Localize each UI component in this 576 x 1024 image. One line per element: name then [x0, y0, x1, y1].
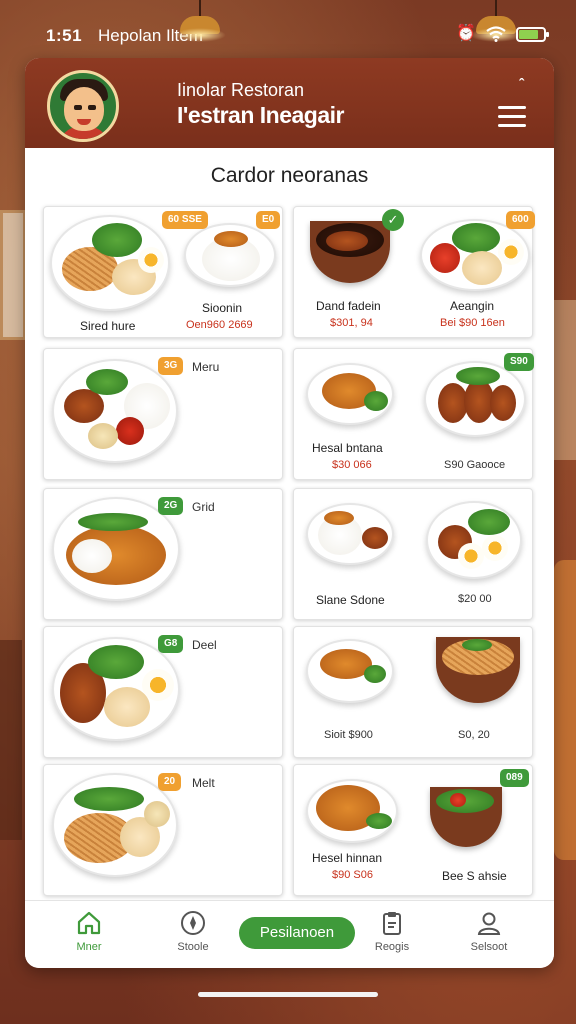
home-indicator[interactable]: [198, 992, 378, 997]
pendant-lamp-icon: [174, 0, 226, 42]
dish-name: Hesal bntana: [312, 441, 383, 455]
dish-name: Sired hure: [80, 319, 136, 333]
background-shelf: [552, 300, 576, 460]
status-icons: ⏰: [456, 25, 549, 43]
menu-card[interactable]: 60 SSE E0 Sired hure Sioonin Oen960 2669: [43, 206, 283, 338]
home-icon: [77, 911, 101, 935]
menu-card[interactable]: S90 Hesal bntana $30 066 S90 Gaooce: [293, 348, 534, 480]
food-image: [424, 361, 526, 437]
cta-button[interactable]: Pesilanoen: [239, 917, 355, 949]
dish-badge: 089: [500, 769, 529, 787]
dish-name: Hesel hinnan: [312, 851, 383, 865]
nav-label: Reogis: [374, 941, 410, 953]
app-header: Iinolar Restoran I'estran Ineagair ˆ: [25, 58, 554, 148]
food-image: [436, 637, 520, 703]
dish-tag: Deel: [192, 638, 217, 652]
dish-price: Bei $90 16en: [440, 317, 505, 329]
dish-badge: S90: [504, 353, 534, 371]
food-image: [426, 501, 522, 579]
clipboard-icon: [383, 912, 401, 935]
dish-price: $20 00: [458, 593, 492, 605]
menu-card[interactable]: G8 Deel: [43, 626, 283, 758]
nav-label: Selsoot: [470, 941, 508, 953]
dish-price: $30 066: [332, 459, 372, 471]
food-image: [420, 219, 530, 291]
food-image: [430, 787, 502, 847]
menu-card[interactable]: ✓ 600 Dand fadein $301, 94 Aeangin Bei $…: [293, 206, 535, 338]
dish-price: S90 Gaooce: [444, 459, 506, 471]
menu-card[interactable]: 20 Melt: [43, 764, 283, 896]
menu-card[interactable]: Sioit $900 S0, 20: [293, 626, 533, 758]
bottom-nav: Mner Stoole Pesilanoen Reogis Selsoot: [25, 900, 554, 968]
dish-price: S0, 20: [458, 729, 490, 741]
status-time: 1:51: [46, 26, 83, 45]
nav-label: Stoole: [177, 941, 209, 953]
dish-tag: Melt: [192, 776, 215, 790]
dish-tag: Meru: [192, 360, 220, 374]
dish-badge: 2G: [158, 497, 184, 515]
dish-badge: 20: [158, 773, 182, 791]
food-image: [310, 221, 390, 283]
dish-name: Aeangin: [450, 299, 495, 313]
dish-price: Oen960 2669: [186, 319, 253, 331]
food-image: [184, 223, 276, 287]
background-window: [0, 210, 26, 340]
nav-home[interactable]: Mner: [49, 909, 129, 953]
check-icon: ✓: [382, 209, 404, 231]
menu-icon[interactable]: [498, 106, 526, 127]
menu-card[interactable]: 2G Grid: [43, 488, 283, 620]
section-title: Cardor neoranas: [210, 164, 369, 187]
brand-subtitle: Iinolar Restoran: [177, 80, 305, 100]
compass-icon: [181, 911, 205, 935]
wifi-icon: [486, 26, 506, 42]
dish-price: $90 S06: [332, 869, 373, 881]
food-image: [306, 363, 394, 425]
background-chair: [0, 640, 22, 840]
dish-name: Dand fadein: [316, 299, 381, 313]
dish-badge: 600: [506, 211, 535, 229]
menu-card[interactable]: 089 Hesel hinnan $90 S06 Bee S ahsie: [293, 764, 533, 896]
dish-name: Slane Sdone: [316, 593, 385, 607]
food-image: [306, 639, 394, 703]
dish-name: Sioonin: [202, 301, 243, 315]
alarm-icon: ⏰: [456, 25, 476, 42]
menu-card[interactable]: 3G Meru: [43, 348, 283, 480]
dish-name: Bee S ahsie: [442, 869, 507, 883]
dish-price: Sioit $900: [324, 729, 373, 741]
nav-explore[interactable]: Stoole: [153, 909, 233, 953]
dish-tag: Grid: [192, 500, 215, 514]
chef-mascot-logo: [47, 70, 119, 142]
dish-badge: 60 SSE: [162, 211, 208, 229]
dish-badge: G8: [158, 635, 184, 653]
dish-badge: 3G: [158, 357, 184, 375]
nav-profile[interactable]: Selsoot: [449, 909, 529, 953]
nav-label: Mner: [76, 941, 102, 953]
battery-icon: [516, 26, 549, 42]
nav-orders[interactable]: Reogis: [352, 909, 432, 953]
dish-badge: E0: [256, 211, 281, 229]
food-image: [306, 503, 394, 565]
chevron-up-icon[interactable]: ˆ: [519, 76, 524, 93]
app-window: Iinolar Restoran I'estran Ineagair ˆ Car…: [25, 58, 554, 968]
food-image: [52, 359, 178, 463]
food-image: [50, 215, 170, 311]
food-image: [306, 779, 398, 843]
menu-card[interactable]: Slane Sdone $20 00: [293, 488, 533, 620]
background-seat: [554, 560, 576, 860]
brand-title: I'estran Ineagair: [177, 102, 345, 128]
user-icon: [477, 912, 501, 935]
dish-price: $301, 94: [330, 317, 373, 329]
